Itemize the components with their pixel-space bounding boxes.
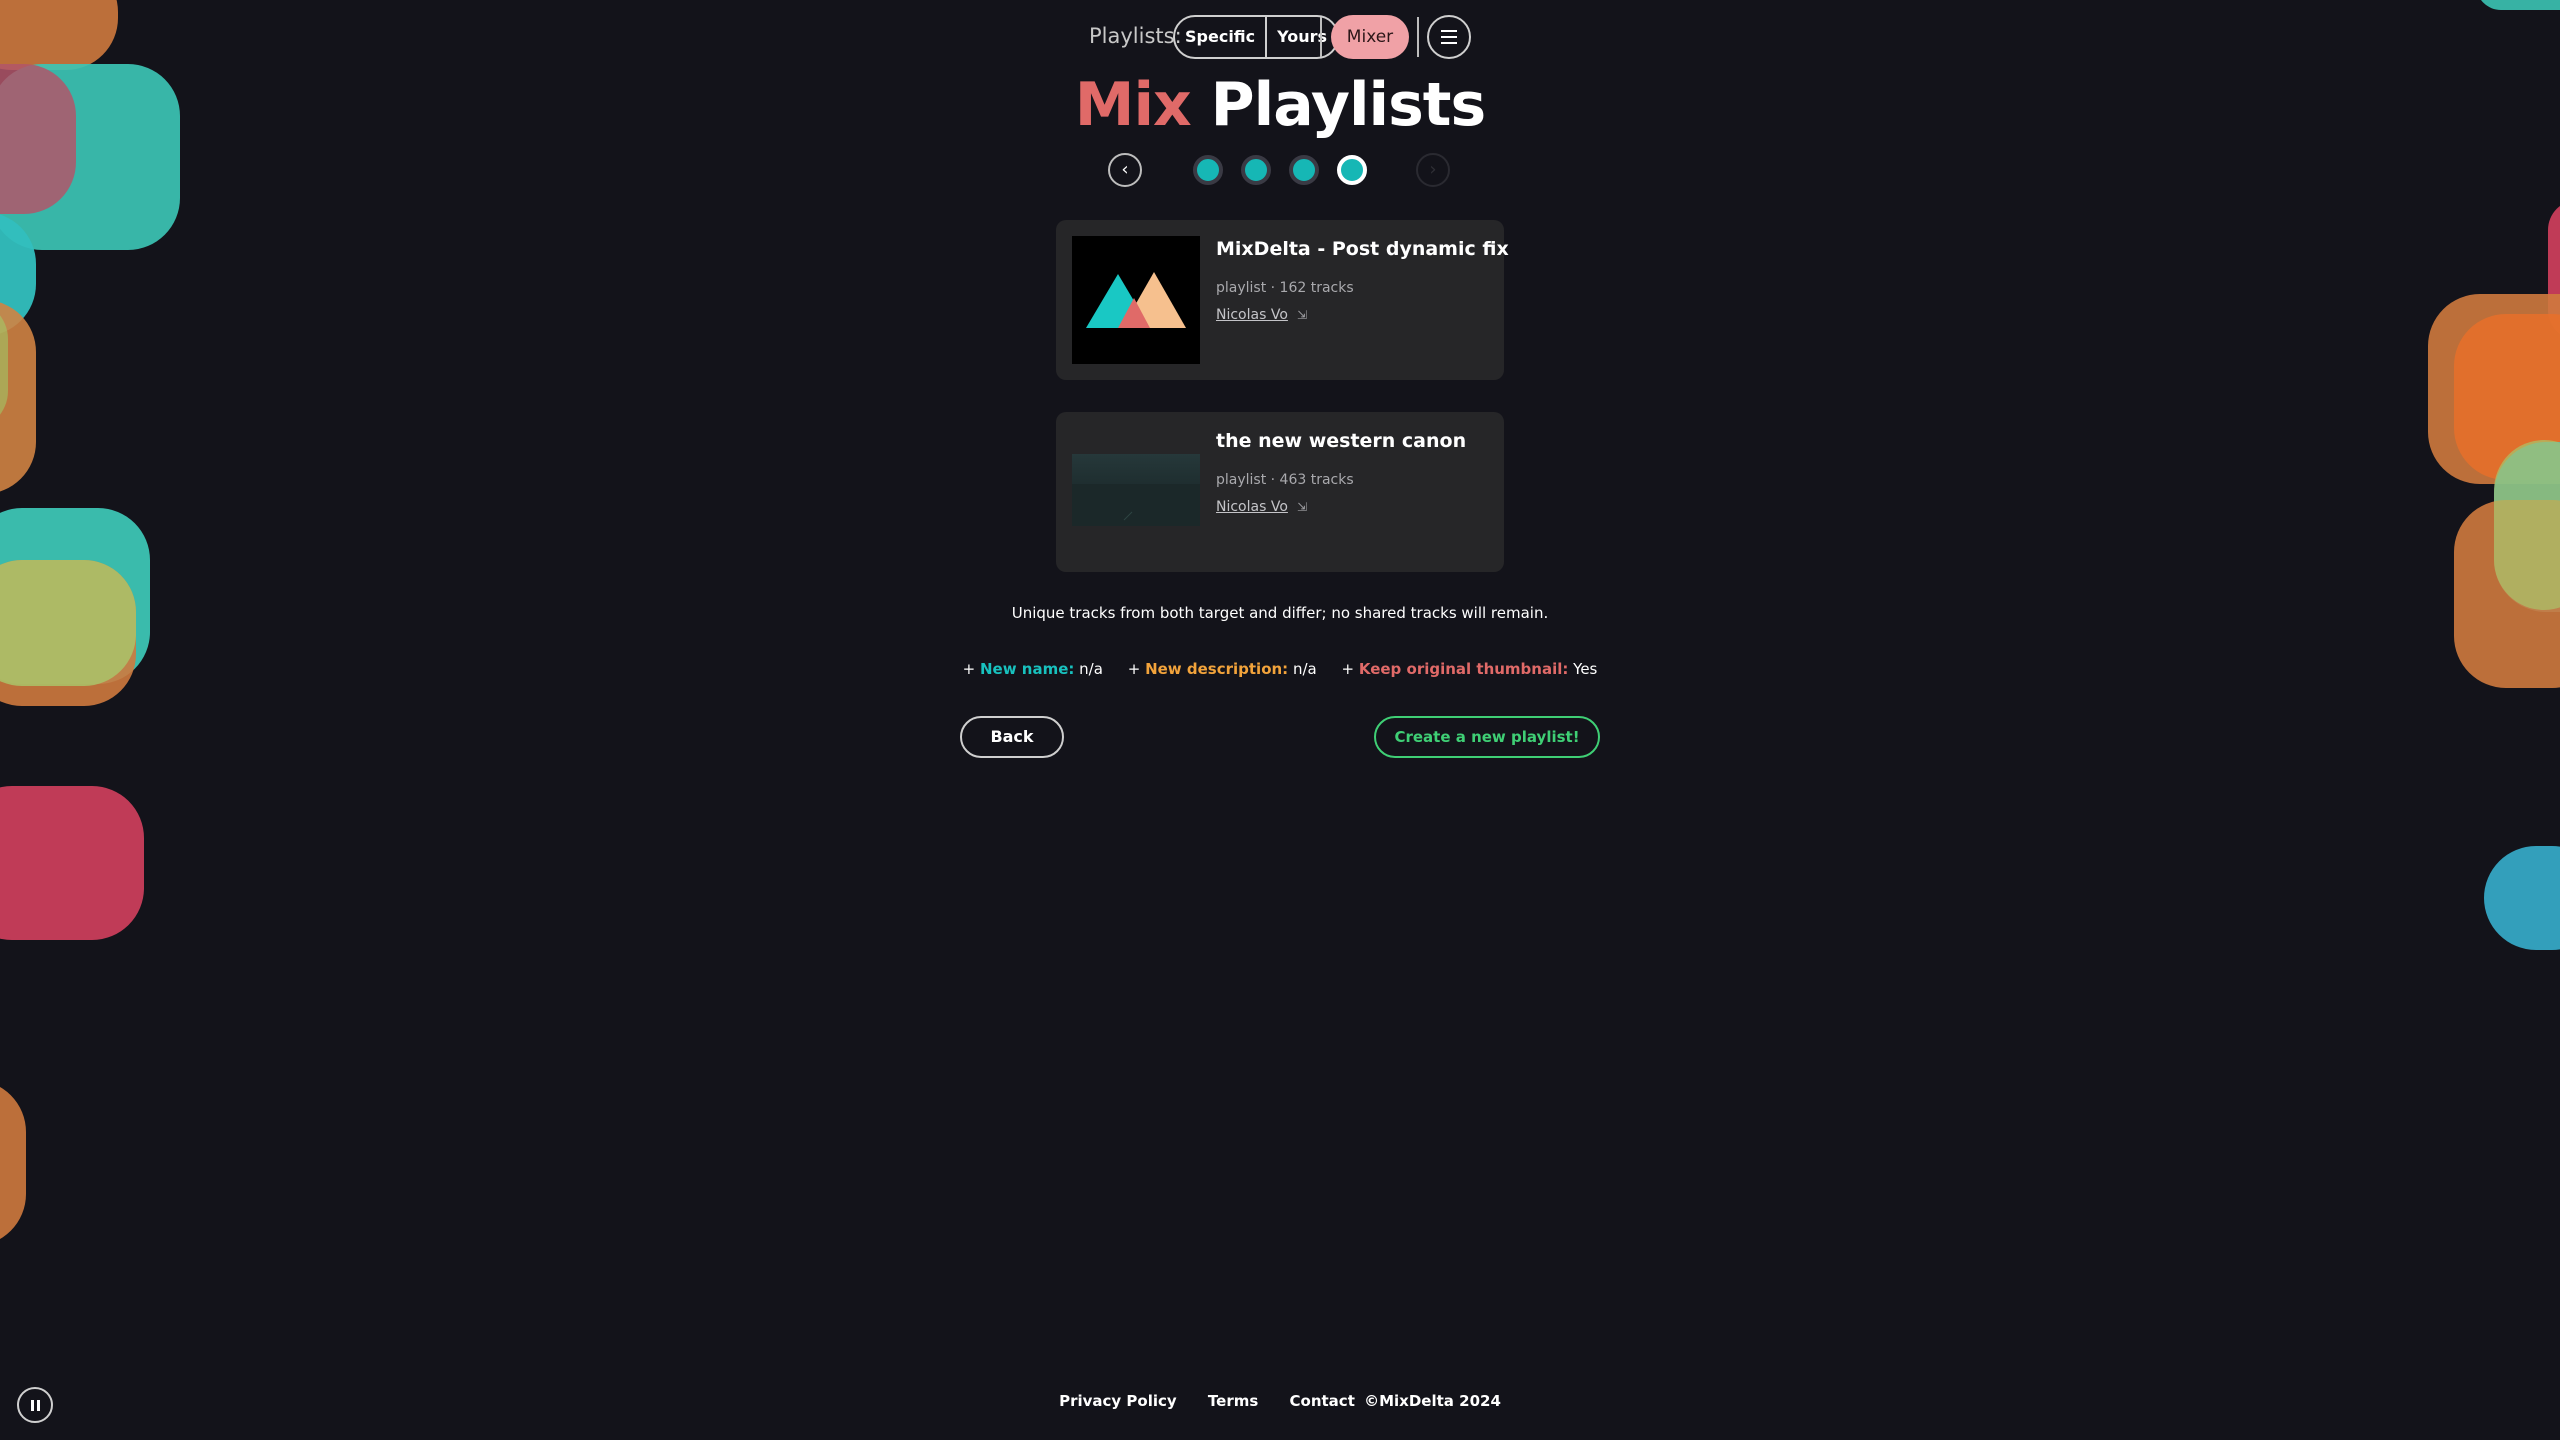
step-dot-current[interactable] <box>1337 155 1367 185</box>
step-dot[interactable] <box>1289 155 1319 185</box>
playlist-owner: Nicolas Vo <box>1216 499 1288 515</box>
terms-link[interactable]: Terms <box>1208 1392 1258 1410</box>
external-link-icon: ⇲ <box>1297 500 1308 514</box>
decor-blob <box>0 786 144 940</box>
pause-animation-button[interactable] <box>17 1387 53 1423</box>
mix-options: + New name: n/a + New description: n/a +… <box>0 660 2560 678</box>
option-label: New description: <box>1145 660 1289 678</box>
external-link-icon: ⇲ <box>1297 308 1308 322</box>
nav-divider <box>1417 17 1419 57</box>
decor-blob <box>0 1080 26 1246</box>
yours-tab[interactable]: Yours <box>1267 17 1337 57</box>
playlist-meta: playlist · 162 tracks <box>1216 280 1354 296</box>
option-value: n/a <box>1079 660 1103 678</box>
title-word-mix: Mix <box>1074 70 1192 140</box>
pause-icon <box>31 1400 34 1411</box>
step-dot[interactable] <box>1241 155 1271 185</box>
mixer-tab[interactable]: Mixer <box>1331 15 1409 59</box>
page-title: Mix Playlists <box>0 70 2560 140</box>
mixdelta-logo-thumbnail <box>1072 236 1200 364</box>
playlist-card[interactable]: the new western canon playlist · 463 tra… <box>1056 412 1504 572</box>
footer: Privacy Policy Terms Contact ©MixDelta 2… <box>0 1392 2560 1410</box>
option-label: Keep original thumbnail: <box>1358 660 1569 678</box>
page: Playlists: Specific Yours Mixer Mix Play… <box>0 0 2560 1440</box>
step-dot[interactable] <box>1193 155 1223 185</box>
copyright: ©MixDelta 2024 <box>1364 1392 1501 1410</box>
playlist-mode-toggle: Specific Yours <box>1173 15 1340 59</box>
decor-blob <box>2484 846 2560 950</box>
pause-icon <box>37 1400 40 1411</box>
back-button[interactable]: Back <box>960 716 1064 758</box>
mix-summary: Unique tracks from both target and diffe… <box>1011 604 1549 622</box>
playlist-owner-link[interactable]: Nicolas Vo ⇲ <box>1216 496 1307 515</box>
option-new-name: + New name: n/a <box>962 660 1103 678</box>
previous-step-button[interactable]: ‹ <box>1108 153 1142 187</box>
decor-blob <box>2494 440 2560 610</box>
title-word-playlists: Playlists <box>1210 70 1487 140</box>
next-step-button[interactable]: › <box>1416 153 1450 187</box>
playlist-owner-link[interactable]: Nicolas Vo ⇲ <box>1216 304 1307 323</box>
create-playlist-button[interactable]: Create a new playlist! <box>1374 716 1600 758</box>
playlist-card[interactable]: MixDelta - Post dynamic fix playlist · 1… <box>1056 220 1509 380</box>
menu-button[interactable] <box>1427 15 1471 59</box>
nav-divider <box>1320 17 1322 57</box>
playlist-owner: Nicolas Vo <box>1216 307 1288 323</box>
hamburger-icon <box>1441 30 1457 32</box>
option-value: n/a <box>1292 660 1317 678</box>
option-keep-thumbnail: + Keep original thumbnail: Yes <box>1341 660 1598 678</box>
playlist-title: the new western canon <box>1216 430 1467 452</box>
contact-link[interactable]: Contact <box>1290 1392 1355 1410</box>
playlist-meta: playlist · 463 tracks <box>1216 472 1354 488</box>
decor-blob <box>2476 0 2560 10</box>
option-value: Yes <box>1573 660 1598 678</box>
landscape-photo-thumbnail <box>1072 454 1200 526</box>
playlist-title: MixDelta - Post dynamic fix <box>1216 238 1509 260</box>
hamburger-icon <box>1441 36 1457 38</box>
specific-tab[interactable]: Specific <box>1175 17 1265 57</box>
option-new-description: + New description: n/a <box>1127 660 1317 678</box>
playlists-nav-label: Playlists: <box>1089 24 1182 48</box>
option-label: New name: <box>979 660 1075 678</box>
hamburger-icon <box>1441 42 1457 44</box>
top-nav: Playlists: Specific Yours Mixer <box>0 15 2560 61</box>
privacy-policy-link[interactable]: Privacy Policy <box>1059 1392 1177 1410</box>
